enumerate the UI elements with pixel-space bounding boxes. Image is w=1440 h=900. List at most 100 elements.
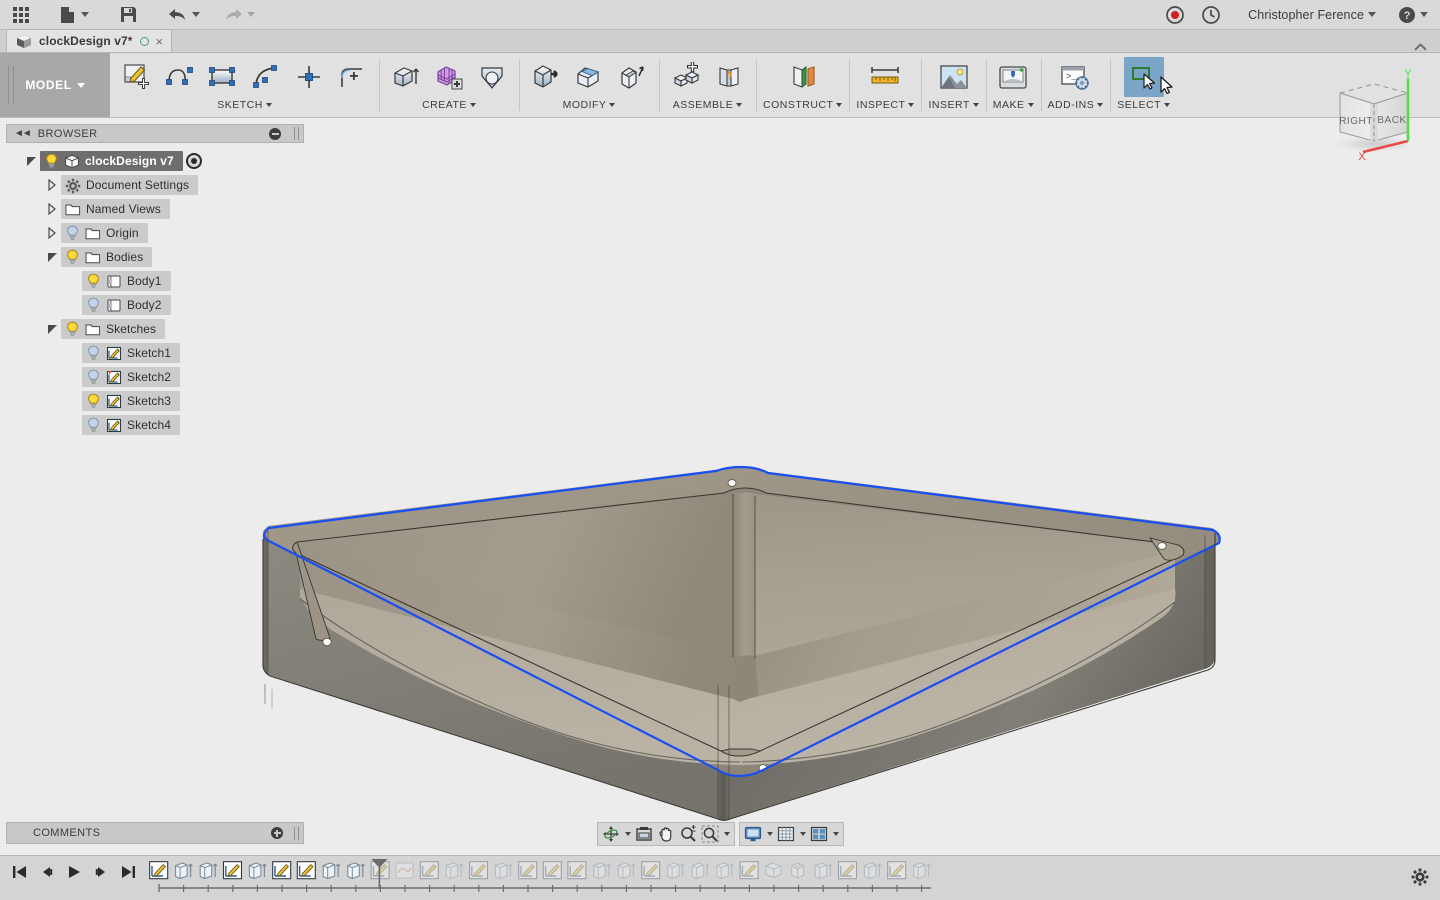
collapse-arrow-icon[interactable] bbox=[45, 251, 59, 263]
timeline-feature-extrude[interactable] bbox=[593, 862, 612, 880]
timeline-feature-sketch[interactable] bbox=[567, 861, 587, 880]
browser-tree-item-content[interactable]: Sketch4 bbox=[82, 415, 181, 435]
offset-plane-icon[interactable] bbox=[783, 57, 823, 97]
browser-tree-item-content[interactable]: Body2 bbox=[82, 295, 171, 315]
browser-tree-item[interactable]: Body1 bbox=[6, 269, 304, 293]
timeline-feature-sketch[interactable] bbox=[296, 861, 316, 880]
browser-tree-item[interactable]: Named Views bbox=[6, 197, 304, 221]
loft-icon[interactable] bbox=[472, 57, 512, 97]
shell-icon[interactable] bbox=[612, 57, 652, 97]
user-caret-icon[interactable] bbox=[1368, 12, 1376, 17]
record-icon[interactable] bbox=[1162, 3, 1188, 27]
browser-resize-grip[interactable] bbox=[294, 127, 299, 140]
collapse-arrow-icon[interactable] bbox=[24, 155, 38, 167]
timeline-play-icon[interactable] bbox=[62, 860, 86, 884]
collapse-arrow-icon[interactable] bbox=[45, 323, 59, 335]
timeline-feature-extrude[interactable] bbox=[667, 862, 685, 880]
timeline-feature-sketch[interactable] bbox=[542, 861, 562, 880]
browser-tree-item[interactable]: Sketch2 bbox=[6, 365, 304, 389]
orbit-caret-icon[interactable] bbox=[622, 823, 633, 845]
expand-arrow-icon[interactable] bbox=[45, 179, 59, 191]
browser-tree-item[interactable]: Sketch3 bbox=[6, 389, 304, 413]
redo-caret-icon[interactable] bbox=[247, 12, 255, 17]
visibility-bulb-icon[interactable] bbox=[44, 153, 59, 169]
panel-label-construct[interactable]: CONSTRUCT bbox=[763, 99, 843, 111]
panel-label-select[interactable]: SELECT bbox=[1117, 99, 1171, 111]
timeline-feature-sketch[interactable] bbox=[641, 861, 661, 880]
timeline-feature-extrude[interactable] bbox=[175, 862, 193, 880]
timeline-feature-sketch[interactable] bbox=[837, 861, 858, 880]
visibility-bulb-icon[interactable] bbox=[86, 297, 101, 313]
visibility-bulb-icon[interactable] bbox=[65, 225, 80, 241]
browser-tree-item[interactable]: clockDesign v7 bbox=[6, 149, 304, 173]
timeline-feature-extrude[interactable] bbox=[716, 862, 735, 880]
timeline-feature-sketch[interactable] bbox=[468, 861, 489, 880]
workspace-switcher[interactable]: MODEL bbox=[0, 53, 110, 117]
timeline-feature-extrude[interactable] bbox=[347, 862, 366, 880]
panel-label-inspect[interactable]: INSPECT bbox=[856, 99, 915, 111]
timeline-feature-sketch[interactable] bbox=[149, 861, 169, 880]
timeline-feature-extrude[interactable] bbox=[199, 862, 218, 880]
add-comment-icon[interactable] bbox=[271, 827, 283, 839]
timeline-step-forward-icon[interactable] bbox=[89, 860, 113, 884]
3d-print-icon[interactable] bbox=[993, 57, 1033, 97]
document-sync-icon[interactable] bbox=[139, 36, 149, 46]
browser-tree-item-content[interactable]: Sketch3 bbox=[82, 391, 181, 411]
pattern-icon[interactable] bbox=[429, 57, 469, 97]
save-icon[interactable] bbox=[115, 3, 141, 27]
browser-tree-item[interactable]: Sketch4 bbox=[6, 413, 304, 437]
browser-tree-item-content[interactable]: clockDesign v7 bbox=[40, 151, 183, 171]
line-icon[interactable] bbox=[160, 57, 200, 97]
insert-image-icon[interactable] bbox=[934, 57, 974, 97]
zoom-icon[interactable] bbox=[677, 823, 699, 845]
chevron-down-icon[interactable] bbox=[1027, 103, 1034, 107]
comments-resize-grip[interactable] bbox=[294, 826, 299, 840]
browser-tree-item[interactable]: Sketch1 bbox=[6, 341, 304, 365]
comments-panel[interactable]: COMMENTS bbox=[6, 822, 304, 844]
browser-tree-item-content[interactable]: Origin bbox=[61, 223, 148, 243]
gear-icon[interactable] bbox=[1410, 867, 1430, 887]
dimension-icon[interactable] bbox=[289, 57, 329, 97]
zoom-caret-icon[interactable] bbox=[721, 823, 732, 845]
look-at-icon[interactable] bbox=[633, 823, 655, 845]
timeline-feature-fillet[interactable] bbox=[765, 862, 782, 879]
chevron-down-icon[interactable] bbox=[76, 82, 85, 88]
scripts-addins-icon[interactable]: >_ bbox=[1055, 57, 1095, 97]
undo-caret-icon[interactable] bbox=[192, 12, 200, 17]
user-menu[interactable]: Christopher Ference bbox=[1248, 8, 1376, 22]
file-caret-icon[interactable] bbox=[81, 12, 89, 17]
app-grid-icon[interactable] bbox=[8, 3, 34, 27]
browser-tree-item-content[interactable]: Sketch2 bbox=[82, 367, 181, 387]
panel-label-assemble[interactable]: ASSEMBLE bbox=[673, 99, 743, 111]
timeline-feature-extrude[interactable] bbox=[863, 862, 882, 880]
job-status-clock-icon[interactable] bbox=[1198, 3, 1224, 27]
undo-icon[interactable] bbox=[165, 3, 191, 27]
chevron-up-icon[interactable] bbox=[1415, 41, 1426, 52]
press-pull-icon[interactable] bbox=[526, 57, 566, 97]
timeline-feature-extrude[interactable] bbox=[913, 862, 931, 880]
grid-caret-icon[interactable] bbox=[797, 823, 808, 845]
timeline-feature-sketch[interactable] bbox=[272, 861, 292, 880]
chevron-down-icon[interactable] bbox=[469, 103, 476, 107]
browser-tree-item-content[interactable]: Sketch1 bbox=[82, 343, 181, 363]
display-caret-icon[interactable] bbox=[764, 823, 775, 845]
chevron-down-icon[interactable] bbox=[908, 103, 915, 107]
timeline-feature-extrude[interactable] bbox=[248, 862, 267, 880]
new-component-icon[interactable] bbox=[666, 57, 706, 97]
visibility-bulb-icon[interactable] bbox=[65, 249, 80, 265]
help-menu[interactable]: ? bbox=[1398, 6, 1428, 24]
close-icon[interactable]: × bbox=[156, 35, 164, 48]
browser-tree-item-content[interactable]: Bodies bbox=[61, 247, 153, 267]
joint-icon[interactable] bbox=[709, 57, 749, 97]
fillet-3d-icon[interactable] bbox=[569, 57, 609, 97]
expand-arrow-icon[interactable] bbox=[45, 203, 59, 215]
panel-label-create[interactable]: CREATE bbox=[422, 99, 476, 111]
timeline-feature-extrude[interactable] bbox=[322, 862, 341, 880]
timeline-end-icon[interactable] bbox=[116, 860, 140, 884]
zoom-window-icon[interactable] bbox=[699, 823, 721, 845]
minimize-icon[interactable] bbox=[269, 127, 281, 140]
redo-icon[interactable] bbox=[220, 3, 246, 27]
timeline-feature-extrude[interactable] bbox=[814, 862, 833, 880]
viewports-icon[interactable] bbox=[808, 823, 830, 845]
chevron-down-icon[interactable] bbox=[836, 103, 843, 107]
